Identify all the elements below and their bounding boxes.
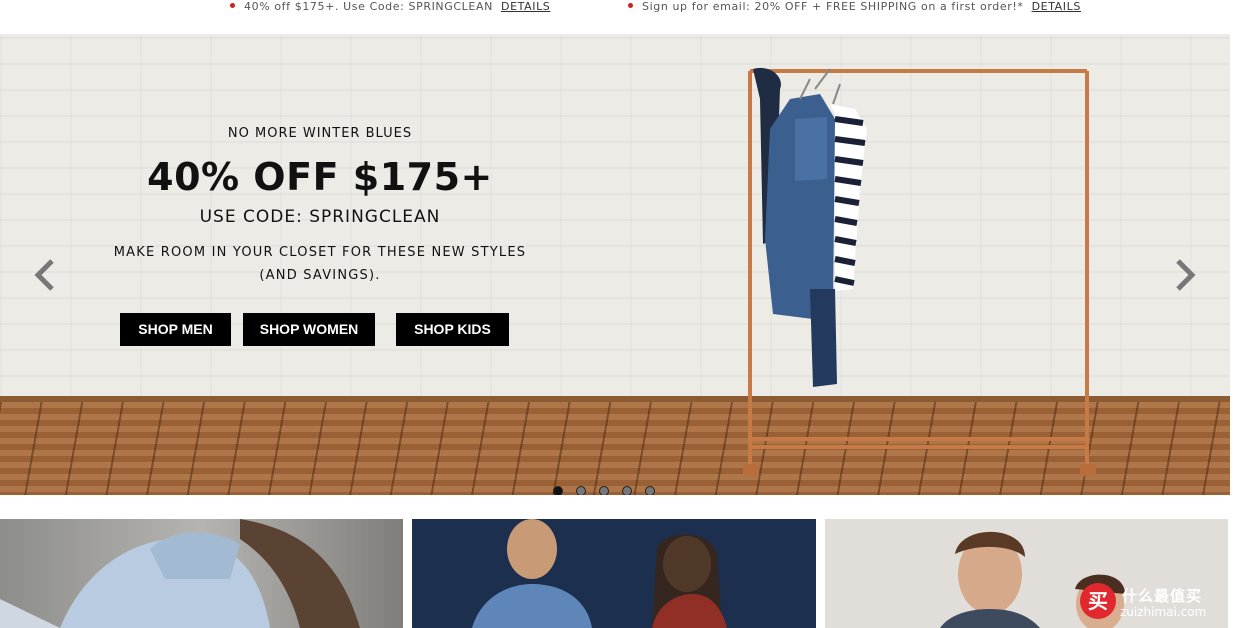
category-tile-1[interactable] — [0, 519, 403, 628]
hero-eyebrow: NO MORE WINTER BLUES — [227, 126, 413, 141]
bullet-icon — [628, 3, 633, 8]
promo-text-1: 40% off $175+. Use Code: SPRINGCLEAN — [244, 0, 493, 13]
shop-men-button[interactable]: SHOP MEN — [120, 313, 231, 346]
shop-women-button[interactable]: SHOP WOMEN — [243, 313, 375, 346]
hero-carousel[interactable]: NO MORE WINTER BLUES 40% OFF $175+ USE C… — [0, 34, 1230, 495]
hero-description-line-2: (AND SAVINGS). — [259, 268, 381, 283]
carousel-dot-1[interactable] — [553, 486, 563, 495]
promo-details-link-1[interactable]: DETAILS — [501, 0, 550, 13]
chevron-right-icon — [1176, 259, 1196, 291]
tile-image-denim-collar — [0, 519, 360, 628]
carousel-prev-button[interactable] — [30, 255, 60, 295]
carousel-dot-4[interactable] — [622, 486, 632, 495]
hero-promo-code: USE CODE: SPRINGCLEAN — [199, 207, 441, 227]
carousel-dot-2[interactable] — [576, 486, 586, 495]
watermark-badge: 买 — [1080, 583, 1116, 619]
watermark-name: 什么最值买 — [1122, 587, 1203, 605]
promo-text-2: Sign up for email: 20% OFF + FREE SHIPPI… — [642, 0, 1024, 13]
carousel-next-button[interactable] — [1170, 255, 1200, 295]
hero-copy: NO MORE WINTER BLUES 40% OFF $175+ USE C… — [95, 126, 545, 287]
promo-item-2: Sign up for email: 20% OFF + FREE SHIPPI… — [628, 0, 1081, 18]
site-watermark: 买 什么最值买 zuizhimai.com — [1080, 583, 1230, 623]
hero-description: MAKE ROOM IN YOUR CLOSET FOR THESE NEW S… — [95, 241, 545, 287]
shop-kids-button[interactable]: SHOP KIDS — [396, 313, 509, 346]
category-tile-2[interactable] — [412, 519, 816, 628]
promo-bar: 40% off $175+. Use Code: SPRINGCLEAN DET… — [0, 0, 1235, 24]
carousel-dot-5[interactable] — [645, 486, 655, 495]
promo-item-1: 40% off $175+. Use Code: SPRINGCLEAN DET… — [230, 0, 550, 18]
tile-image-models-denim — [472, 519, 727, 628]
carousel-pagination — [553, 481, 668, 495]
promo-details-link-2[interactable]: DETAILS — [1032, 0, 1081, 13]
hero-headline: 40% OFF $175+ — [147, 155, 493, 199]
hero-description-line-1: MAKE ROOM IN YOUR CLOSET FOR THESE NEW S… — [113, 245, 527, 260]
chevron-left-icon — [34, 259, 54, 291]
carousel-dot-3[interactable] — [599, 486, 609, 495]
bullet-icon — [230, 3, 235, 8]
watermark-url: zuizhimai.com — [1120, 605, 1207, 619]
clothing-rack-image — [743, 67, 1096, 476]
